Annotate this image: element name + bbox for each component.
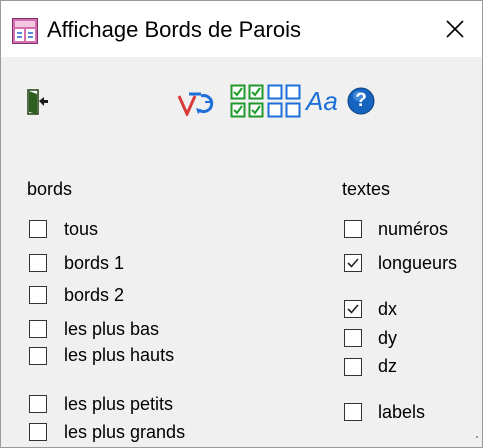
resize-grip-icon[interactable] [473,426,479,444]
close-button[interactable] [435,9,475,49]
close-icon [446,20,464,38]
textes-checkbox-longueurs[interactable] [344,254,362,272]
help-icon-glyph: ? [355,90,367,111]
textes-label-longueurs[interactable]: longueurs [378,252,457,274]
app-icon [12,18,38,44]
pan-rotate-icon[interactable] [177,88,215,121]
bords-label-les-plus-grands[interactable]: les plus grands [64,421,185,443]
textes-checkbox-dx[interactable] [344,300,362,318]
check-all-icon[interactable] [230,84,264,123]
bords-checkbox-les-plus-petits[interactable] [29,395,47,413]
textes-label-labels[interactable]: labels [378,401,425,423]
uncheck-all-icon[interactable] [267,84,301,123]
font-icon[interactable]: Aa [306,85,338,117]
checkmark-icon [347,304,359,314]
bords-checkbox-bords-2[interactable] [29,286,47,304]
textes-checkbox-dy[interactable] [344,329,362,347]
bords-checkbox-les-plus-hauts[interactable] [29,347,47,365]
bords-checkbox-bords-1[interactable] [29,254,47,272]
bords-label-les-plus-petits[interactable]: les plus petits [64,393,173,415]
textes-section-title: textes [342,179,391,199]
textes-label-numeros[interactable]: numéros [378,218,448,240]
help-icon[interactable]: ? [347,87,375,115]
checkmark-icon [347,258,359,268]
exit-door-icon[interactable] [27,89,49,120]
window-title: Affichage Bords de Parois [47,17,301,42]
textes-label-dy[interactable]: dy [378,327,397,349]
bords-label-bords-1[interactable]: bords 1 [64,252,124,274]
textes-label-dx[interactable]: dx [378,298,397,320]
bords-label-les-plus-hauts[interactable]: les plus hauts [64,344,174,366]
bords-checkbox-les-plus-bas[interactable] [29,320,47,338]
title-bar: Affichage Bords de Parois [1,1,482,57]
textes-checkbox-labels[interactable] [344,403,362,421]
bords-label-bords-2[interactable]: bords 2 [64,284,124,306]
bords-checkbox-les-plus-grands[interactable] [29,423,47,441]
bords-label-les-plus-bas[interactable]: les plus bas [64,318,159,340]
bords-checkbox-tous[interactable] [29,220,47,238]
dialog-window: Affichage Bords de Parois Aa ? bords tex… [0,0,483,448]
textes-checkbox-dz[interactable] [344,358,362,376]
textes-checkbox-numeros[interactable] [344,220,362,238]
bords-label-tous[interactable]: tous [64,218,98,240]
bords-section-title: bords [27,179,73,199]
textes-label-dz[interactable]: dz [378,355,397,377]
